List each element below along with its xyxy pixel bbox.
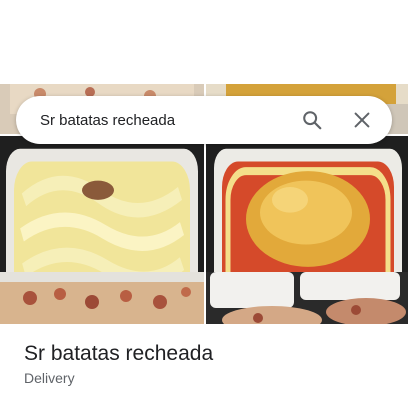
place-info: Sr batatas recheada Delivery [24,340,392,386]
place-category: Delivery [24,370,75,386]
search-bar[interactable]: Sr batatas recheada [16,96,392,144]
photo-bacon-bottom-left[interactable] [0,272,204,324]
search-icon[interactable] [296,104,328,136]
page: Sr batatas recheada Sr batatas recheada … [0,0,408,408]
place-title: Sr batatas recheada [24,342,214,365]
photo-bacon-bottom-right[interactable] [206,272,408,324]
search-input[interactable]: Sr batatas recheada [40,112,278,129]
close-icon[interactable] [346,104,378,136]
